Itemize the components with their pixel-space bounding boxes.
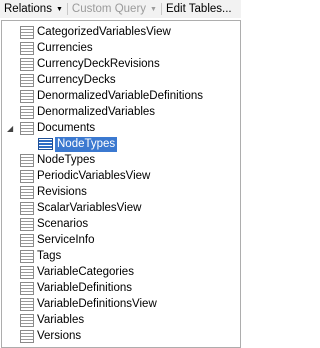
tree-item-label: VariableDefinitions [37,282,133,294]
table-icon [38,138,53,150]
table-icon [20,25,34,39]
tree-item-label: CurrencyDeckRevisions [37,58,160,70]
table-icon [20,41,34,55]
table-icon [20,73,34,87]
tree-item-label: NodeTypes [55,136,118,152]
table-icon [20,249,34,263]
tree-item-label: DenormalizedVariableDefinitions [37,90,203,102]
tree-item-label: ServiceInfo [37,234,95,246]
tree-item[interactable]: PeriodicVariablesView [20,168,150,184]
tree-item[interactable]: ScalarVariablesView [20,200,141,216]
tree-item-label: NodeTypes [37,154,96,166]
tree-item[interactable]: Versions [20,328,81,344]
tree-item-label: DenormalizedVariables [37,106,156,118]
tree-item[interactable]: Revisions [20,184,87,200]
table-tree[interactable]: CategorizedVariablesView Currencies Curr… [1,20,241,348]
dropdown-arrow-icon: ▼ [150,5,157,13]
table-icon [20,217,34,231]
table-icon [20,329,34,343]
relations-menu-button[interactable]: Relations ▼ [0,0,67,18]
custom-query-label: Custom Query [71,3,147,15]
tree-item-label: Currencies [37,42,93,54]
table-icon [20,281,34,295]
tree-item[interactable]: DenormalizedVariables [20,104,155,120]
tree-item[interactable]: DenormalizedVariableDefinitions [20,88,203,104]
table-icon [20,121,34,135]
tree-item-label: Scenarios [37,218,89,230]
tree-item[interactable]: CategorizedVariablesView [20,24,171,40]
table-icon [20,201,34,215]
tree-item-label: Variables [37,314,85,326]
tree-item-documents[interactable]: Documents [20,120,95,136]
tree-item-label: Tags [37,250,62,262]
tree-item-label: VariableDefinitionsView [37,298,157,310]
tree-item-label: Versions [37,330,82,342]
tree-item[interactable]: VariableDefinitionsView [20,296,157,312]
tree-item-label: CurrencyDecks [37,74,116,86]
tree-item-label: ScalarVariablesView [37,202,142,214]
table-icon [20,313,34,327]
table-icon [20,297,34,311]
tree-item[interactable]: CurrencyDecks [20,72,116,88]
edit-tables-label: Edit Tables... [165,3,232,15]
table-icon [20,89,34,103]
tree-item[interactable]: ServiceInfo [20,232,95,248]
tree-item-selected[interactable]: NodeTypes [38,136,118,152]
table-icon [20,185,34,199]
table-icon [20,265,34,279]
tree-item-label: Documents [37,122,96,134]
edit-tables-button[interactable]: Edit Tables... [162,0,236,18]
relations-label: Relations [4,3,52,15]
tree-item[interactable]: CurrencyDeckRevisions [20,56,160,72]
collapse-arrow-icon[interactable]: ◢ [7,124,13,133]
tree-item[interactable]: Currencies [20,40,93,56]
tree-item-label: Revisions [37,186,87,198]
tree-item[interactable]: NodeTypes [20,152,95,168]
custom-query-menu-button[interactable]: Custom Query ▼ [68,0,161,18]
table-icon [20,153,34,167]
table-icon [20,233,34,247]
tree-item-label: CategorizedVariablesView [37,26,171,38]
table-icon [20,105,34,119]
tree-item[interactable]: Variables [20,312,84,328]
tree-item[interactable]: VariableDefinitions [20,280,132,296]
dropdown-arrow-icon: ▼ [55,5,63,13]
tree-item[interactable]: VariableCategories [20,264,134,280]
tree-item-label: VariableCategories [37,266,134,278]
toolbar: Relations ▼ Custom Query ▼ Edit Tables..… [0,0,241,18]
table-icon [20,169,34,183]
tree-item[interactable]: Scenarios [20,216,88,232]
tree-item[interactable]: Tags [20,248,61,264]
table-icon [20,57,34,71]
tree-item-label: PeriodicVariablesView [37,170,151,182]
